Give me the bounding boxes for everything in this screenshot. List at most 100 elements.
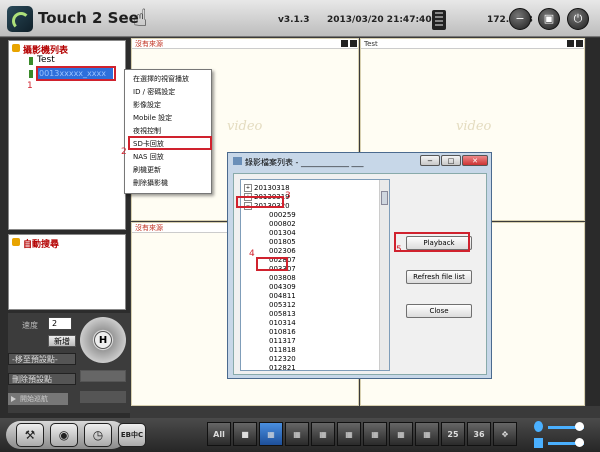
tree-file[interactable]: 003808 <box>269 274 296 283</box>
annotation-1: 1 <box>27 81 33 91</box>
layout-10-icon: ▦ <box>371 430 379 439</box>
annotation-2: 2 <box>121 147 127 157</box>
power-button[interactable]: ⏻ <box>567 8 589 30</box>
layout-8-icon: ▦ <box>319 430 327 439</box>
layout-8-button[interactable]: ▦ <box>311 422 335 446</box>
speaker-icon[interactable] <box>534 438 543 448</box>
layout-9-button[interactable]: ▦ <box>337 422 361 446</box>
dialog-close-button[interactable]: ✕ <box>462 155 488 166</box>
refresh-file-list-button[interactable]: Refresh file list <box>406 270 472 284</box>
tree-file[interactable]: 012821 <box>269 364 296 370</box>
video-watermark: video <box>227 119 263 134</box>
layout-10-button[interactable]: ▦ <box>363 422 387 446</box>
highlight-box-5 <box>394 232 470 252</box>
layout-16-icon: ▦ <box>423 430 431 439</box>
add-preset-button[interactable]: 新增 <box>48 335 76 347</box>
tree-file[interactable]: 000259 <box>269 211 296 220</box>
datetime-label: 2013/03/20 21:47:40 <box>327 15 432 25</box>
layout-25-button[interactable]: 25 <box>441 422 465 446</box>
ptz-home-button[interactable]: H <box>94 331 112 349</box>
schedule-icon[interactable]: ◷ <box>84 423 112 447</box>
layout-13-button[interactable]: ▦ <box>389 422 413 446</box>
menu-item-mobile-settings[interactable]: Mobile 設定 <box>125 112 213 125</box>
camera-list-panel: 攝影機列表 Test 0013xxxxx_xxxx 1 <box>8 40 126 230</box>
version-label: v3.1.3 <box>278 15 310 25</box>
scrollbar-thumb[interactable] <box>381 191 388 205</box>
menu-item-id-password[interactable]: ID / 密碼設定 <box>125 86 213 99</box>
layout-4-icon: ▦ <box>267 430 275 439</box>
tree-file[interactable]: 001304 <box>269 229 296 238</box>
layout-1-button[interactable]: ■ <box>233 422 257 446</box>
minimize-button[interactable]: − <box>509 8 531 30</box>
dialog-minimize-button[interactable]: − <box>420 155 440 166</box>
delete-preset-select[interactable]: 刪除預設點 <box>8 373 76 385</box>
tree-folder[interactable]: +20130318 <box>244 184 290 193</box>
tree-file[interactable]: 011317 <box>269 337 296 346</box>
mic-slider-handle[interactable] <box>575 422 584 431</box>
top-bar: Touch 2 See ☝ v3.1.3 2013/03/20 21:47:40… <box>0 0 600 37</box>
tree-file[interactable]: 005813 <box>269 310 296 319</box>
move-preset-select[interactable]: -移至預設點- <box>8 353 76 365</box>
record-icon[interactable] <box>576 40 583 47</box>
layout-6-button[interactable]: ▦ <box>285 422 309 446</box>
tree-file[interactable]: 010816 <box>269 328 296 337</box>
tools-icon[interactable]: ⚒ <box>16 423 44 447</box>
camera-status-icon <box>29 70 33 78</box>
menu-item-image-settings[interactable]: 影像設定 <box>125 99 213 112</box>
menu-item-play-in-window[interactable]: 在選擇的視窗播放 <box>125 73 213 86</box>
tree-file[interactable]: 010314 <box>269 319 296 328</box>
camera-context-menu: 在選擇的視窗播放 ID / 密碼設定 影像設定 Mobile 設定 夜視控制 S… <box>124 69 212 194</box>
tree-file[interactable]: 000802 <box>269 220 296 229</box>
tree-scrollbar[interactable] <box>379 180 389 370</box>
record-icon[interactable] <box>350 40 357 47</box>
close-dialog-button[interactable]: Close <box>406 304 472 318</box>
layout-1-icon: ■ <box>241 430 249 439</box>
tree-file[interactable]: 002306 <box>269 247 296 256</box>
right-edge-bar <box>586 38 600 406</box>
tree-file[interactable]: 005312 <box>269 301 296 310</box>
speed-select[interactable]: 2 <box>48 317 72 330</box>
camera-item-test[interactable]: Test <box>37 55 55 65</box>
maximize-button[interactable]: ▣ <box>538 8 560 30</box>
tree-file[interactable]: 012320 <box>269 355 296 364</box>
hdd-icon <box>432 10 446 30</box>
minimize-icon: − <box>515 12 525 25</box>
bottom-toolbar: ⚒ ◉ ◷ EB中C All ■ ▦ ▦ ▦ ▦ ▦ ▦ ▦ 25 36 ✥ <box>0 418 600 452</box>
layout-16-button[interactable]: ▦ <box>415 422 439 446</box>
cell-header: 沒有來源 <box>132 39 358 49</box>
tree-file[interactable]: 004811 <box>269 292 296 301</box>
snapshot-icon[interactable] <box>341 40 348 47</box>
cell-source-label: 沒有來源 <box>135 224 163 232</box>
annotation-5: 5 <box>396 245 402 255</box>
cruise-button[interactable]: 開始巡航 <box>8 393 68 405</box>
snapshot-icon[interactable] <box>567 40 574 47</box>
tree-file[interactable]: 011818 <box>269 346 296 355</box>
dialog-maximize-button[interactable]: □ <box>441 155 461 166</box>
auto-search-title: 自動搜尋 <box>23 240 60 250</box>
annotation-4: 4 <box>249 249 255 259</box>
fullscreen-icon: ✥ <box>501 430 509 439</box>
dialog-title: 錄影檔案列表 - ____________ ___ <box>245 158 364 167</box>
camera-status-icon <box>29 57 33 65</box>
tree-file[interactable]: 004309 <box>269 283 296 292</box>
menu-item-firmware-update[interactable]: 刷機更新 <box>125 164 213 177</box>
microphone-icon[interactable] <box>534 421 543 432</box>
menu-item-nas-playback[interactable]: NAS 回放 <box>125 151 213 164</box>
language-icon[interactable]: EB中C <box>118 423 146 447</box>
cell-header: Test <box>361 39 584 49</box>
annotation-3: 3 <box>285 191 291 201</box>
fullscreen-button[interactable]: ✥ <box>493 422 517 446</box>
layout-4-button[interactable]: ▦ <box>259 422 283 446</box>
highlight-box-4 <box>256 257 288 271</box>
layout-all-button[interactable]: All <box>207 422 231 446</box>
tree-file[interactable]: 001805 <box>269 238 296 247</box>
dialog-app-icon <box>233 157 242 165</box>
camera-icon[interactable]: ◉ <box>50 423 78 447</box>
touch-hand-icon: ☝ <box>133 4 148 32</box>
speaker-slider-handle[interactable] <box>575 438 584 447</box>
maximize-icon: ▣ <box>543 12 555 25</box>
menu-item-delete-camera[interactable]: 刪除攝影機 <box>125 177 213 190</box>
highlight-box-3 <box>236 196 284 208</box>
cell-source-label: Test <box>364 40 378 48</box>
layout-36-button[interactable]: 36 <box>467 422 491 446</box>
